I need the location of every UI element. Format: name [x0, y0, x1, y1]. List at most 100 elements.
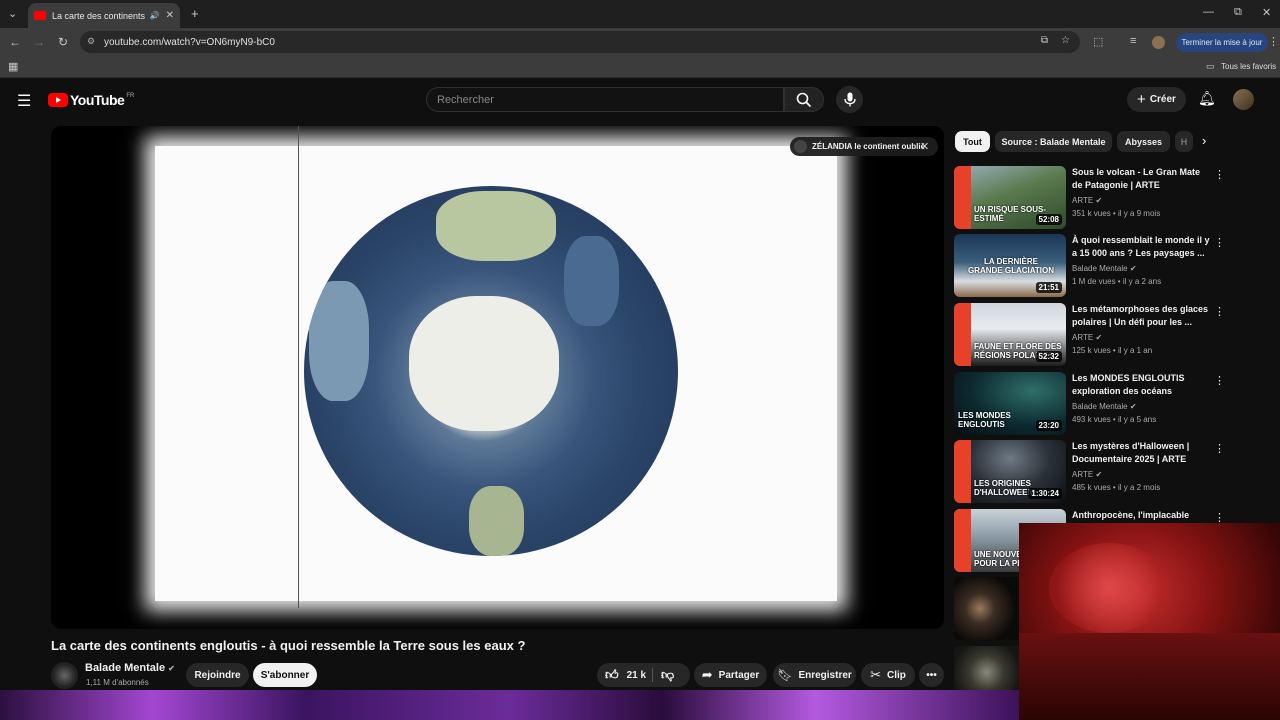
address-bar[interactable]: ⚙ youtube.com/watch?v=ON6myN9-bC0 ⧉ ☆: [80, 31, 1080, 53]
land-antarctica: [409, 296, 559, 431]
recommendation-item[interactable]: LES MONDES ENGLOUTIS 23:20 Les MONDES EN…: [954, 372, 1264, 435]
more-icon: •••: [926, 669, 937, 681]
recommendation-title[interactable]: À quoi ressemblait le monde il y a 15 00…: [1072, 234, 1212, 260]
share-icon: ➦: [701, 667, 713, 682]
age-text: il y a 5 ans: [1117, 415, 1157, 424]
create-button[interactable]: + Créer: [1127, 87, 1186, 112]
recommendation-item[interactable]: LA DERNIÈRE GRANDE GLACIATION 21:51 À qu…: [954, 234, 1264, 297]
land-south-america: [469, 486, 524, 556]
more-options-icon[interactable]: ⋮: [1214, 236, 1225, 249]
reading-list-icon[interactable]: ≡: [1130, 35, 1136, 47]
recommendation-channel[interactable]: ARTE ✔: [1072, 196, 1102, 205]
recommendation-title[interactable]: Les métamorphoses des glaces polaires | …: [1072, 303, 1212, 329]
recommendation-item[interactable]: UN RISQUE SOUS-ESTIMÉ 52:08 Sous le volc…: [954, 166, 1264, 229]
audio-icon[interactable]: 🔊: [150, 11, 160, 20]
like-count[interactable]: 21 k: [627, 670, 646, 681]
minimize-icon[interactable]: —: [1203, 6, 1214, 18]
notifications-bell-icon[interactable]: 🔔︎: [1198, 90, 1216, 107]
update-browser-button[interactable]: Terminer la mise à jour: [1176, 33, 1268, 52]
more-options-icon[interactable]: ⋮: [1214, 305, 1225, 318]
age-text: il y a 2 ans: [1122, 277, 1162, 286]
recommendation-title[interactable]: Sous le volcan - Le Gran Mate de Patagon…: [1072, 166, 1212, 192]
like-icon[interactable]: 👍︎: [605, 667, 619, 683]
views-text: 351 k vues: [1072, 209, 1111, 218]
thumbnail-text: LES MONDES ENGLOUTIS: [958, 411, 1011, 429]
restore-icon[interactable]: ⧉: [1234, 6, 1242, 19]
chip-source[interactable]: Source : Balade Mentale: [995, 131, 1112, 152]
chip-partial[interactable]: H: [1175, 131, 1193, 152]
shelf-west: [309, 281, 369, 401]
recommendation-channel[interactable]: Balade Mentale ✔: [1072, 264, 1137, 273]
clip-button[interactable]: ✂ Clip: [861, 663, 915, 687]
bookmark-icon: 🔖︎: [777, 668, 793, 682]
more-options-icon[interactable]: ⋮: [1214, 442, 1225, 455]
recommendation-channel[interactable]: ARTE ✔: [1072, 333, 1102, 342]
logo-text: YouTube: [70, 92, 125, 108]
menu-icon[interactable]: ☰: [17, 91, 31, 111]
recommendation-item[interactable]: LES ORIGINES D'HALLOWEEN 1:30:24 Les mys…: [954, 440, 1264, 503]
recommendation-title[interactable]: Anthropocène, l'implacable: [1072, 509, 1212, 522]
chip-all[interactable]: Tout: [955, 131, 990, 152]
search-button[interactable]: [784, 87, 824, 112]
site-info-icon[interactable]: ⚙: [87, 36, 95, 47]
forward-icon[interactable]: →: [33, 35, 45, 49]
video-thumbnail[interactable]: [954, 646, 1019, 690]
recommendation-meta: 351 k vues • il y a 9 mois: [1072, 209, 1161, 218]
install-app-icon[interactable]: ⧉: [1041, 35, 1048, 46]
search-input[interactable]: Rechercher: [426, 87, 784, 112]
account-avatar[interactable]: [1233, 89, 1254, 110]
video-thumbnail[interactable]: LES MONDES ENGLOUTIS 23:20: [954, 372, 1066, 435]
video-thumbnail[interactable]: [954, 577, 1019, 640]
close-tab-icon[interactable]: ✕: [166, 10, 174, 21]
browser-tab[interactable]: La carte des continents eng 🔊 ✕: [28, 3, 180, 28]
tab-search-chevron-icon[interactable]: ⌄: [8, 7, 17, 20]
save-button[interactable]: 🔖︎ Enregistrer: [773, 663, 856, 687]
video-player[interactable]: ZÉLANDIA le continent oublié ✕: [51, 126, 944, 629]
arte-logo: [954, 303, 971, 366]
channel-name[interactable]: Balade Mentale ✔: [85, 662, 175, 674]
verified-icon: ✔: [168, 664, 175, 673]
bookmark-star-icon[interactable]: ☆: [1061, 35, 1070, 46]
logo-country: FR: [126, 93, 135, 99]
profile-avatar[interactable]: [1152, 36, 1165, 49]
microphone-icon: [843, 92, 856, 107]
reload-icon[interactable]: ↻: [58, 35, 68, 49]
more-options-icon[interactable]: ⋮: [1214, 374, 1225, 387]
subscribe-button[interactable]: S'abonner: [253, 663, 317, 687]
channel-text: ARTE: [1072, 470, 1094, 479]
close-window-icon[interactable]: ✕: [1262, 6, 1271, 19]
all-bookmarks-link[interactable]: Tous les favoris: [1221, 62, 1276, 71]
video-thumbnail[interactable]: UN RISQUE SOUS-ESTIMÉ 52:08: [954, 166, 1066, 229]
video-card-chip[interactable]: ZÉLANDIA le continent oublié: [790, 137, 938, 156]
channel-avatar[interactable]: [51, 662, 78, 689]
apps-grid-icon[interactable]: ▦: [8, 60, 18, 73]
chip-abysses[interactable]: Abysses: [1117, 131, 1170, 152]
recommendation-channel[interactable]: Balade Mentale ✔: [1072, 402, 1137, 411]
recommendation-title[interactable]: Les mystères d'Halloween | Documentaire …: [1072, 440, 1212, 466]
arte-logo: [954, 509, 971, 572]
extensions-icon[interactable]: ⬚: [1093, 35, 1103, 48]
video-title: La carte des continents engloutis - à qu…: [51, 638, 526, 653]
new-tab-icon[interactable]: +: [191, 6, 199, 21]
share-button[interactable]: ➦ Partager: [694, 663, 767, 687]
verified-icon: ✔: [1095, 333, 1103, 342]
recommendation-item[interactable]: FAUNE ET FLORE DES RÉGIONS POLAIRES 52:3…: [954, 303, 1264, 366]
join-button[interactable]: Rejoindre: [186, 663, 249, 687]
like-divider: [652, 668, 653, 682]
more-actions-button[interactable]: •••: [919, 663, 944, 687]
webcam-overlay: [1019, 523, 1280, 720]
recommendation-title[interactable]: Les MONDES ENGLOUTIS exploration des océ…: [1072, 372, 1212, 398]
video-thumbnail[interactable]: FAUNE ET FLORE DES RÉGIONS POLAIRES 52:3…: [954, 303, 1066, 366]
video-thumbnail[interactable]: LES ORIGINES D'HALLOWEEN 1:30:24: [954, 440, 1066, 503]
youtube-logo[interactable]: YouTube FR: [48, 92, 134, 108]
dislike-icon[interactable]: 👎︎: [661, 667, 674, 683]
chip-close-icon[interactable]: ✕: [920, 140, 929, 153]
chevron-right-icon[interactable]: ›: [1202, 133, 1206, 148]
recommendation-channel[interactable]: ARTE ✔: [1072, 470, 1102, 479]
like-dislike-group: 👍︎ 21 k 👎︎: [597, 663, 690, 687]
voice-search-button[interactable]: [836, 86, 863, 113]
video-thumbnail[interactable]: LA DERNIÈRE GRANDE GLACIATION 21:51: [954, 234, 1066, 297]
more-options-icon[interactable]: ⋮: [1214, 168, 1225, 181]
back-icon[interactable]: ←: [9, 35, 21, 49]
browser-menu-icon[interactable]: ⋮: [1268, 35, 1279, 48]
